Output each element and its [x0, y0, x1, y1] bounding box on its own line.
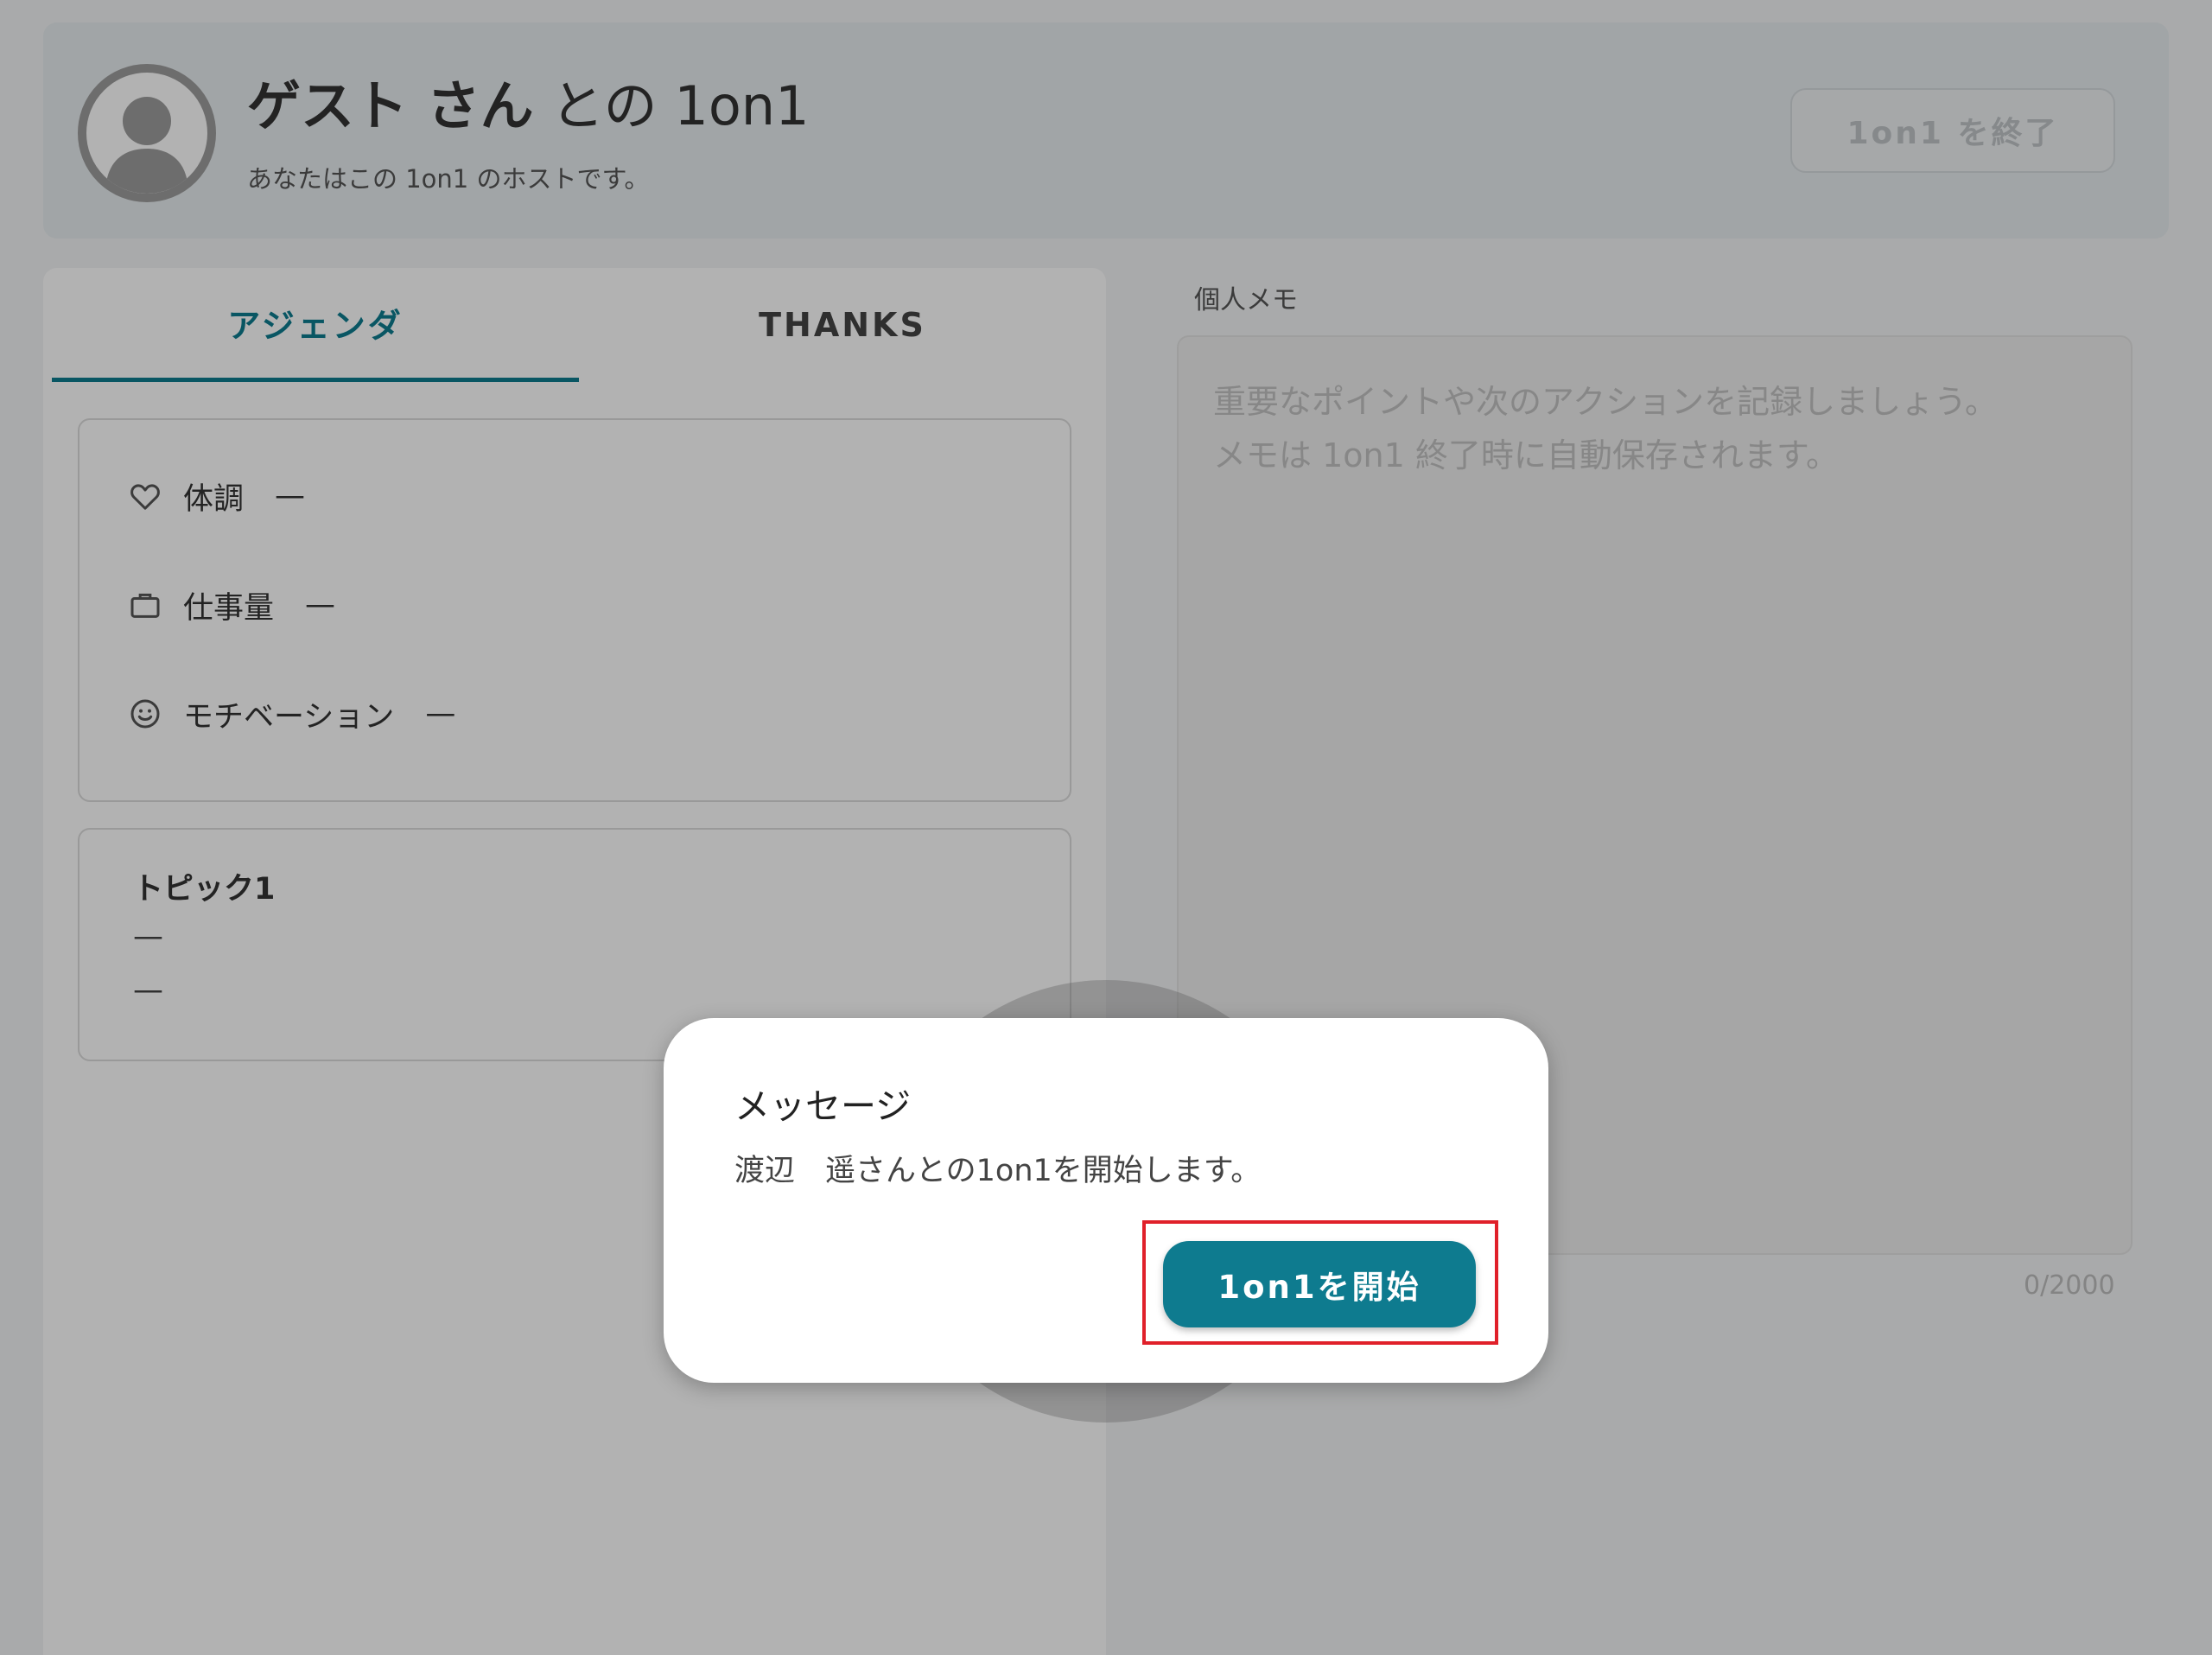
dialog-title: メッセージ	[734, 1085, 912, 1127]
dialog-message: 渡辺 遥さんとの1on1を開始します。	[734, 1154, 1262, 1188]
message-dialog: メッセージ 渡辺 遥さんとの1on1を開始します。 1on1を開始	[664, 1018, 1548, 1383]
start-1on1-button[interactable]: 1on1を開始	[1163, 1241, 1476, 1327]
